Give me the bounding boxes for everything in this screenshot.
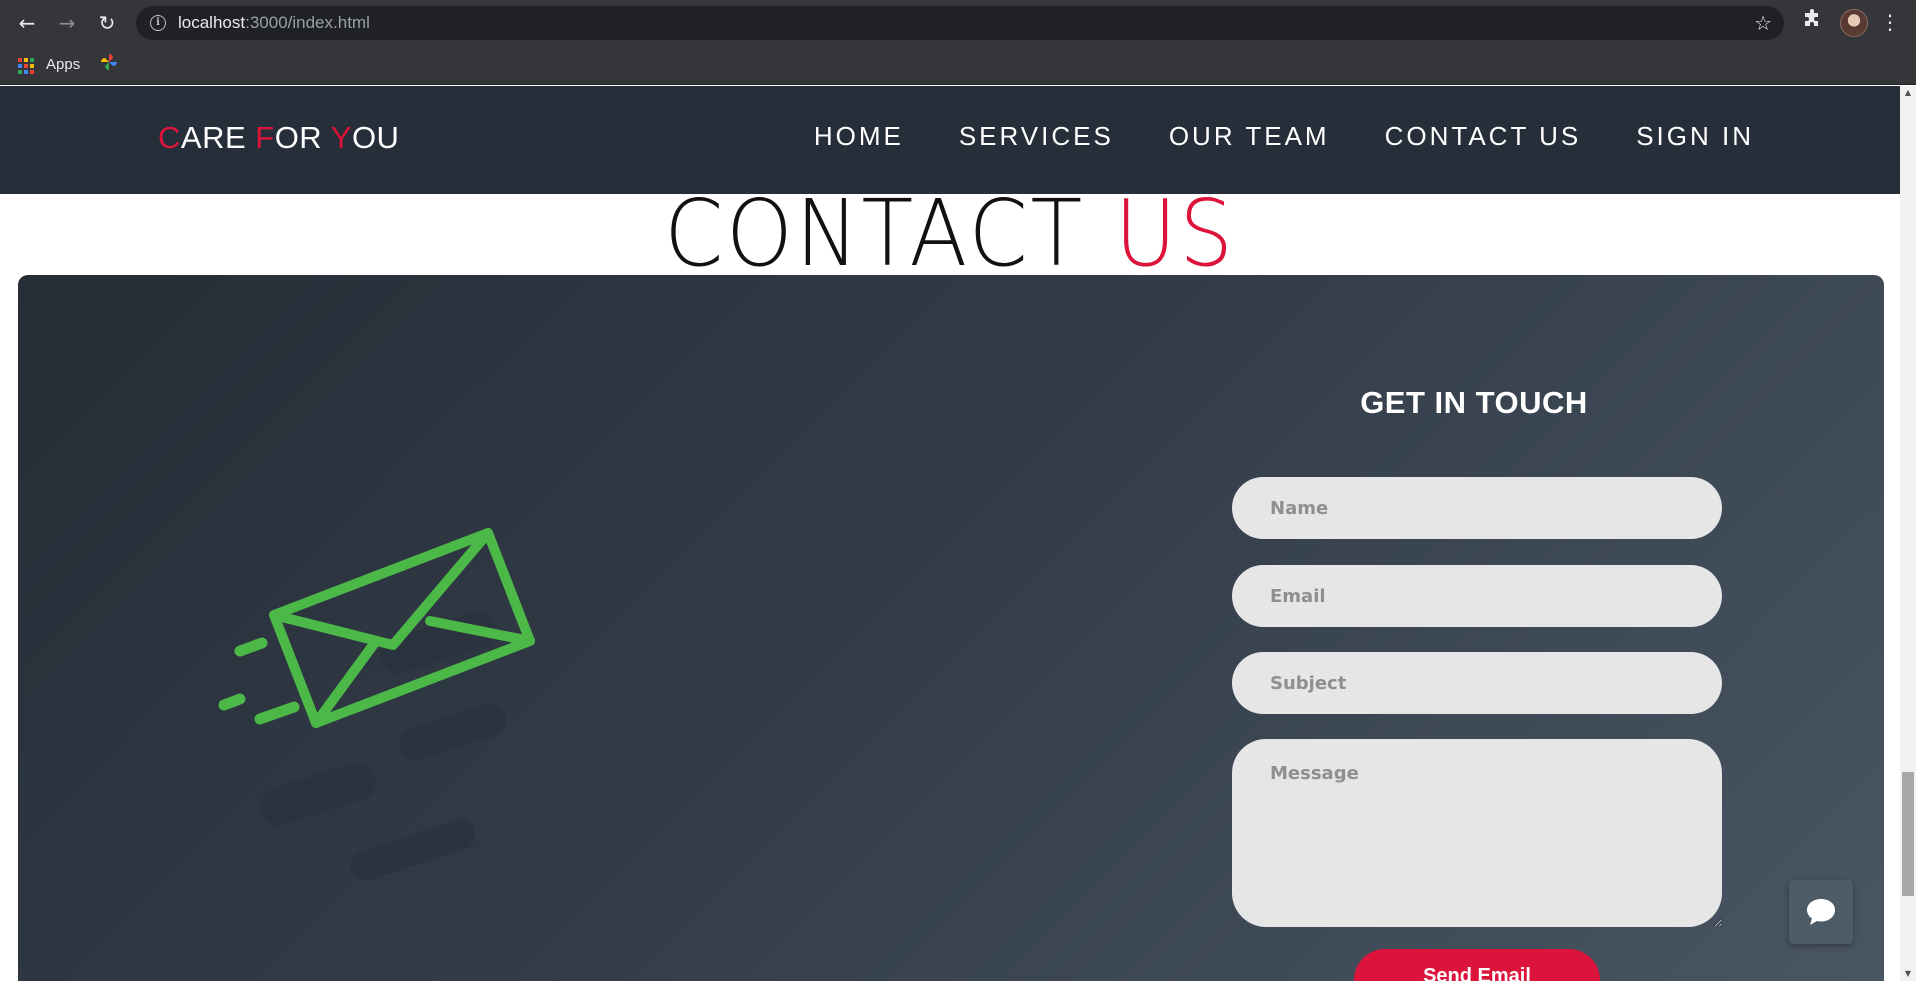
subject-input[interactable] [1232, 652, 1722, 714]
nav-contact-us[interactable]: CONTACT US [1385, 121, 1582, 152]
contact-panel: GET IN TOUCH Send Email [18, 275, 1884, 981]
nav-services[interactable]: SERVICES [959, 121, 1114, 152]
browser-toolbar: ← → ↻ i localhost:3000/index.html ☆ ⋮ [0, 0, 1916, 45]
main-nav: HOME SERVICES OUR TEAM CONTACT US SIGN I… [814, 86, 1754, 194]
send-email-button[interactable]: Send Email [1354, 949, 1600, 981]
scrollbar-thumb[interactable] [1902, 772, 1914, 896]
logo-letter: C [158, 120, 181, 155]
section-title-highlight: US [1114, 180, 1236, 287]
apps-grid-icon[interactable] [18, 58, 34, 74]
profile-avatar[interactable] [1840, 9, 1868, 37]
apps-bookmark-label[interactable]: Apps [46, 45, 80, 85]
section-title-main: CONTACT [664, 180, 1115, 287]
section-title: CONTACT US [76, 180, 1824, 287]
logo-text: OR [274, 120, 331, 155]
logo-letter: Y [330, 120, 352, 155]
site-logo[interactable]: CARE FOR YOU [158, 120, 399, 156]
get-in-touch-heading: GET IN TOUCH [1360, 385, 1588, 420]
address-bar[interactable]: i localhost:3000/index.html ☆ [136, 6, 1784, 40]
pinwheel-icon[interactable] [100, 53, 118, 71]
forward-arrow-icon[interactable]: → [52, 8, 82, 38]
logo-letter: F [255, 120, 275, 155]
chat-bubble-icon [1807, 899, 1835, 925]
more-menu-icon[interactable]: ⋮ [1876, 8, 1904, 36]
name-input[interactable] [1232, 477, 1722, 539]
back-arrow-icon[interactable]: ← [12, 8, 42, 38]
site-header: CARE FOR YOU HOME SERVICES OUR TEAM CONT… [0, 86, 1900, 194]
logo-text: OU [351, 120, 400, 155]
page-viewport: CARE FOR YOU HOME SERVICES OUR TEAM CONT… [0, 86, 1900, 981]
chat-button[interactable] [1789, 880, 1853, 944]
scroll-down-arrow-icon[interactable]: ▼ [1900, 967, 1916, 981]
bookmarks-bar: Apps [0, 45, 1916, 85]
reload-icon[interactable]: ↻ [92, 8, 122, 38]
url-text[interactable]: localhost:3000/index.html [178, 6, 370, 40]
nav-sign-in[interactable]: SIGN IN [1636, 121, 1754, 152]
envelope-icon [198, 475, 535, 881]
info-icon[interactable]: i [150, 15, 166, 31]
email-input[interactable] [1232, 565, 1722, 627]
extensions-puzzle-icon[interactable] [1798, 8, 1826, 36]
message-textarea[interactable] [1232, 739, 1722, 927]
logo-text: ARE [180, 120, 256, 155]
nav-our-team[interactable]: OUR TEAM [1169, 121, 1330, 152]
bookmark-star-icon[interactable]: ☆ [1754, 6, 1772, 40]
page-scrollbar[interactable]: ▲ ▼ [1900, 86, 1916, 981]
scroll-up-arrow-icon[interactable]: ▲ [1900, 86, 1916, 100]
nav-home[interactable]: HOME [814, 121, 904, 152]
